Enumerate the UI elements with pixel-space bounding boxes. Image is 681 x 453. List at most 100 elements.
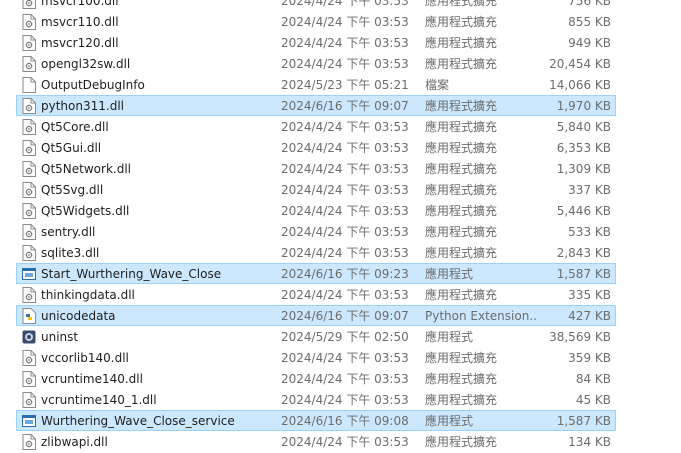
file-row[interactable]: sentry.dll 2024/4/24 下午 03:53 應用程式擴充 533 KB [16, 221, 616, 242]
file-type: 應用程式擴充 [425, 15, 498, 29]
file-modified-date: 2024/4/24 下午 03:53 [281, 372, 409, 386]
file-type: 應用程式擴充 [425, 225, 498, 239]
file-row[interactable]: zlibwapi.dll 2024/4/24 下午 03:53 應用程式擴充 134 … [16, 431, 616, 452]
file-size: 38,569 KB [549, 330, 611, 344]
file-size: 1,587 KB [556, 267, 611, 281]
file-name: Qt5Network.dll [41, 162, 131, 176]
file-type: 應用程式擴充 [425, 36, 498, 50]
file-row[interactable]: sqlite3.dll 2024/4/24 下午 03:53 應用程式擴充 2,843… [16, 242, 616, 263]
file-name: vcruntime140.dll [41, 372, 143, 386]
file-row[interactable]: Qt5Network.dll 2024/4/24 下午 03:53 應用程式擴充 1,… [16, 158, 616, 179]
file-row[interactable]: thinkingdata.dll 2024/4/24 下午 03:53 應用程式擴充… [16, 284, 616, 305]
file-name: Wurthering_Wave_Close_service [41, 414, 235, 428]
file-type: 應用程式擴充 [425, 162, 498, 176]
file-size: 533 KB [568, 225, 611, 239]
file-name: python311.dll [41, 99, 124, 113]
file-row[interactable]: Qt5Gui.dll 2024/4/24 下午 03:53 應用程式擴充 6,353 … [16, 137, 616, 158]
dll-icon [22, 371, 36, 387]
file-modified-date: 2024/4/24 下午 03:53 [281, 435, 409, 449]
file-size: 2,843 KB [556, 246, 611, 260]
file-name: msvcr110.dll [41, 15, 119, 29]
file-type: 應用程式擴充 [425, 372, 498, 386]
file-type: 應用程式擴充 [425, 393, 498, 407]
file-size: 335 KB [568, 288, 611, 302]
file-row[interactable]: msvcr120.dll 2024/4/24 下午 03:53 應用程式擴充 949 … [16, 32, 616, 53]
file-modified-date: 2024/4/24 下午 03:53 [281, 351, 409, 365]
file-name: sentry.dll [41, 225, 96, 239]
file-size: 337 KB [568, 183, 611, 197]
file-row[interactable]: msvcr100.dll 2024/4/24 下午 03:53 應用程式擴充 756 … [16, 0, 616, 11]
file-size: 1,970 KB [556, 99, 611, 113]
file-modified-date: 2024/5/23 下午 05:21 [281, 78, 409, 92]
file-modified-date: 2024/4/24 下午 03:53 [281, 141, 409, 155]
file-modified-date: 2024/4/24 下午 03:53 [281, 15, 409, 29]
file-name: opengl32sw.dll [41, 57, 131, 71]
file-type: 應用程式擴充 [425, 183, 498, 197]
file-row[interactable]: vccorlib140.dll 2024/4/24 下午 03:53 應用程式擴充 3… [16, 347, 616, 368]
dll-icon [22, 35, 36, 51]
file-name: thinkingdata.dll [41, 288, 135, 302]
file-row[interactable]: Start_Wurthering_Wave_Close 2024/6/16 下午 … [16, 263, 616, 284]
file-size: 45 KB [575, 393, 611, 407]
file-type: 應用程式擴充 [425, 435, 498, 449]
file-type: 應用程式擴充 [425, 57, 498, 71]
file-type: 應用程式擴充 [425, 351, 498, 365]
file-modified-date: 2024/5/29 下午 02:50 [281, 330, 409, 344]
file-name: Qt5Gui.dll [41, 141, 102, 155]
dll-icon [22, 98, 36, 114]
file-name: OutputDebugInfo [41, 78, 145, 92]
file-row[interactable]: OutputDebugInfo 2024/5/23 下午 05:21 檔案 14,06… [16, 74, 616, 95]
file-type: 應用程式擴充 [425, 120, 498, 134]
file-modified-date: 2024/4/24 下午 03:53 [281, 288, 409, 302]
dll-icon [22, 182, 36, 198]
file-row[interactable]: uninst 2024/5/29 下午 02:50 應用程式 38,569 KB [16, 326, 616, 347]
file-modified-date: 2024/4/24 下午 03:53 [281, 162, 409, 176]
file-name: vccorlib140.dll [41, 351, 129, 365]
file-modified-date: 2024/4/24 下午 03:53 [281, 204, 409, 218]
file-name: uninst [41, 330, 79, 344]
file-type: Python Extension... [425, 309, 537, 323]
file-modified-date: 2024/4/24 下午 03:53 [281, 246, 409, 260]
file-row[interactable]: python311.dll 2024/6/16 下午 09:07 應用程式擴充 1,9… [16, 95, 616, 116]
file-size: 1,309 KB [556, 162, 611, 176]
file-row[interactable]: unicodedata 2024/6/16 下午 09:07 Python Exte… [16, 305, 616, 326]
file-modified-date: 2024/4/24 下午 03:53 [281, 36, 409, 50]
file-row[interactable]: Qt5Svg.dll 2024/4/24 下午 03:53 應用程式擴充 337 KB [16, 179, 616, 200]
file-size: 359 KB [568, 351, 611, 365]
file-name: Qt5Core.dll [41, 120, 109, 134]
file-size: 5,446 KB [556, 204, 611, 218]
file-row[interactable]: msvcr110.dll 2024/4/24 下午 03:53 應用程式擴充 855 … [16, 11, 616, 32]
python-icon [22, 308, 36, 324]
dll-icon [22, 0, 36, 9]
file-size: 134 KB [568, 435, 611, 449]
file-row[interactable]: vcruntime140_1.dll 2024/4/24 下午 03:53 應用程式… [16, 389, 616, 410]
file-type: 應用程式 [425, 267, 474, 281]
file-type: 應用程式擴充 [425, 141, 498, 155]
file-type: 應用程式 [425, 414, 474, 428]
file-type: 應用程式擴充 [425, 99, 498, 113]
file-size: 6,353 KB [556, 141, 611, 155]
file-size: 1,587 KB [556, 414, 611, 428]
file-modified-date: 2024/4/24 下午 03:53 [281, 393, 409, 407]
file-modified-date: 2024/6/16 下午 09:07 [281, 99, 409, 113]
file-icon [22, 77, 36, 93]
file-name: Qt5Widgets.dll [41, 204, 130, 218]
dll-icon [22, 140, 36, 156]
file-name: Start_Wurthering_Wave_Close [41, 267, 222, 281]
file-size: 14,066 KB [549, 78, 611, 92]
file-list: msvcr100.dll 2024/4/24 下午 03:53 應用程式擴充 756 … [0, 0, 681, 452]
file-name: Qt5Svg.dll [41, 183, 104, 197]
file-type: 檔案 [425, 78, 450, 92]
file-row[interactable]: Qt5Widgets.dll 2024/4/24 下午 03:53 應用程式擴充 5,… [16, 200, 616, 221]
file-row[interactable]: opengl32sw.dll 2024/4/24 下午 03:53 應用程式擴充 20… [16, 53, 616, 74]
file-modified-date: 2024/6/16 下午 09:23 [281, 267, 409, 281]
file-row[interactable]: Wurthering_Wave_Close_service 2024/6/16 下… [16, 410, 616, 431]
file-name: unicodedata [41, 309, 116, 323]
file-row[interactable]: vcruntime140.dll 2024/4/24 下午 03:53 應用程式擴充… [16, 368, 616, 389]
file-modified-date: 2024/4/24 下午 03:53 [281, 57, 409, 71]
dll-icon [22, 56, 36, 72]
dll-icon [22, 434, 36, 450]
file-row[interactable]: Qt5Core.dll 2024/4/24 下午 03:53 應用程式擴充 5,840… [16, 116, 616, 137]
file-modified-date: 2024/4/24 下午 03:53 [281, 183, 409, 197]
file-size: 855 KB [568, 15, 611, 29]
